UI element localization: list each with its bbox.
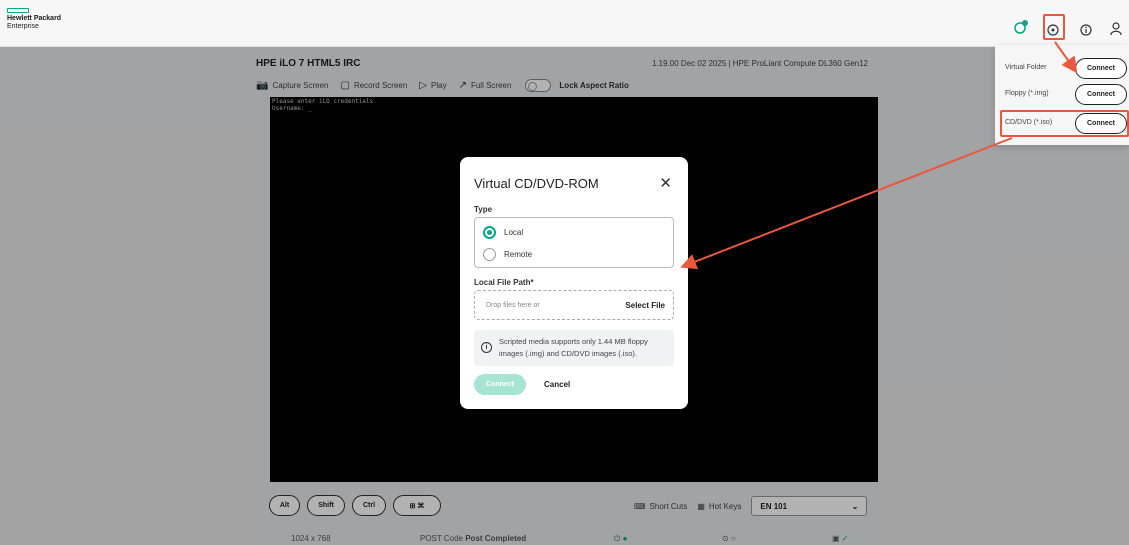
cd-dvd-highlight: [1000, 110, 1129, 137]
logo-text-line2: Enterprise: [7, 23, 39, 30]
logo-mark-icon: [7, 8, 29, 13]
radio-unselected-icon: [483, 248, 496, 261]
radio-local-label: Local: [504, 228, 524, 237]
virtual-folder-connect-button[interactable]: Connect: [1075, 58, 1127, 79]
info-note: i Scripted media supports only 1.44 MB f…: [474, 330, 674, 366]
virtual-media-highlight: [1043, 14, 1065, 40]
cancel-button[interactable]: Cancel: [544, 380, 570, 389]
info-note-text: Scripted media supports only 1.44 MB flo…: [499, 337, 648, 358]
close-icon[interactable]: ✕: [659, 174, 672, 192]
file-drop-zone[interactable]: Drop files here or Select File: [474, 290, 674, 320]
logo-text-line1: Hewlett Packard: [7, 15, 62, 22]
top-header: Hewlett Packard Enterprise: [0, 0, 1129, 47]
type-radio-group: Local Remote: [474, 217, 674, 268]
select-file-button[interactable]: Select File: [625, 301, 665, 310]
dialog-title: Virtual CD/DVD-ROM: [474, 176, 599, 191]
floppy-row: Floppy (*.img) Connect: [995, 82, 1129, 106]
user-icon[interactable]: [1107, 20, 1125, 38]
radio-remote[interactable]: Remote: [483, 248, 532, 261]
info-icon[interactable]: [1077, 21, 1095, 39]
drop-placeholder: Drop files here or: [486, 302, 540, 309]
virtual-folder-row: Virtual Folder Connect: [995, 56, 1129, 80]
radio-remote-label: Remote: [504, 250, 533, 259]
radio-local[interactable]: Local: [483, 226, 523, 239]
virtual-cd-dvd-dialog: Virtual CD/DVD-ROM ✕ Type Local Remote L…: [460, 157, 688, 409]
virtual-folder-label: Virtual Folder: [1005, 64, 1047, 71]
local-file-path-label: Local File Path*: [474, 278, 534, 287]
hpe-logo: Hewlett Packard Enterprise: [7, 8, 61, 31]
connect-button[interactable]: Connect: [474, 374, 526, 395]
info-circle-icon: i: [481, 342, 492, 353]
radio-selected-icon: [483, 226, 496, 239]
floppy-connect-button[interactable]: Connect: [1075, 84, 1127, 105]
floppy-label: Floppy (*.img): [1005, 90, 1049, 97]
health-status-icon[interactable]: [1012, 18, 1030, 36]
type-label: Type: [474, 205, 493, 214]
